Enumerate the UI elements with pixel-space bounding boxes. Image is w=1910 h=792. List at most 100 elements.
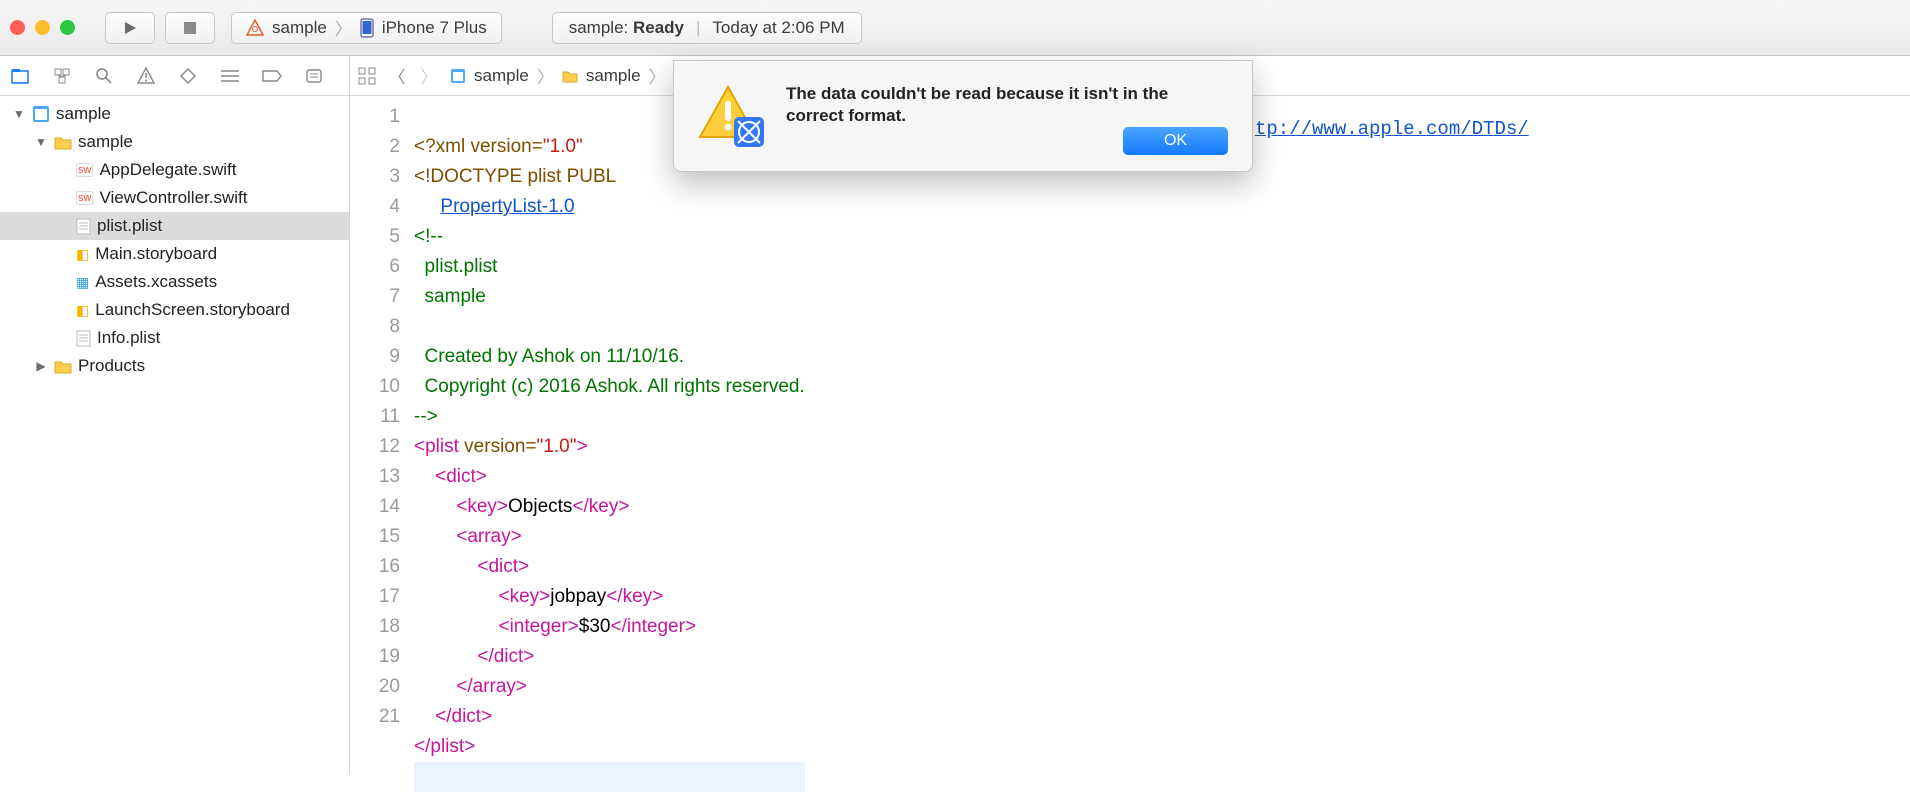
debug-navigator-icon[interactable]: [220, 66, 240, 86]
app-icon: [246, 19, 264, 37]
code-tag: </key>: [606, 586, 663, 607]
file-name: plist.plist: [97, 216, 162, 236]
close-window[interactable]: [10, 20, 25, 35]
project-navigator[interactable]: ▼ sample ▼ sample sw AppDelegate.swift s…: [0, 96, 350, 774]
code-token: <!DOCTYPE plist PUBL: [414, 166, 616, 187]
disclosure-triangle-icon[interactable]: ▼: [34, 135, 48, 149]
code-tag: <key>: [498, 586, 550, 607]
code-text: jobpay: [550, 586, 606, 607]
file-row[interactable]: sw ViewController.swift: [0, 184, 349, 212]
ok-button[interactable]: OK: [1123, 127, 1228, 155]
disclosure-triangle-icon[interactable]: ▼: [12, 107, 26, 121]
code-string: "1.0": [537, 436, 577, 457]
project-icon: [32, 105, 50, 123]
code-tag: <dict>: [477, 556, 529, 577]
report-navigator-icon[interactable]: [304, 66, 324, 86]
folder-icon: [54, 359, 72, 374]
warning-icon: [698, 83, 768, 153]
swift-file-icon: sw: [76, 191, 93, 205]
forward-button[interactable]: 〉: [418, 63, 440, 88]
code-comment: -->: [414, 406, 438, 427]
status-time: Today at 2:06 PM: [712, 18, 844, 38]
window-controls: [10, 20, 75, 35]
assets-file-icon: ▦: [76, 274, 89, 291]
file-name: Info.plist: [97, 328, 160, 348]
plist-file-icon: [76, 218, 91, 235]
folder-icon: [54, 135, 72, 150]
code-tag: </dict>: [435, 706, 492, 727]
stop-button[interactable]: [165, 12, 215, 44]
test-navigator-icon[interactable]: [178, 66, 198, 86]
code-token: "1.0": [543, 136, 583, 157]
code-tag: </integer>: [610, 616, 696, 637]
file-name: AppDelegate.swift: [99, 160, 236, 180]
disclosure-triangle-icon[interactable]: ▶: [34, 359, 48, 373]
breadcrumb[interactable]: sample 〉 sample 〉: [450, 63, 688, 88]
project-icon: [450, 68, 466, 84]
code-tag: <integer>: [498, 616, 578, 637]
symbol-navigator-icon[interactable]: [52, 66, 72, 86]
breakpoint-navigator-icon[interactable]: [262, 66, 282, 86]
error-dialog: The data couldn't be read because it isn…: [673, 60, 1253, 172]
file-row[interactable]: ◧ Main.storyboard: [0, 240, 349, 268]
scheme-device: iPhone 7 Plus: [382, 18, 487, 38]
code-token: =: [525, 436, 536, 457]
toolbar: sample 〉 iPhone 7 Plus sample: Ready | T…: [0, 0, 1910, 56]
code-tag: <dict>: [435, 466, 487, 487]
file-row[interactable]: plist.plist: [0, 212, 349, 240]
code-text: Objects: [508, 496, 572, 517]
device-icon: [360, 18, 374, 38]
code-tag: >: [576, 436, 587, 457]
scheme-selector[interactable]: sample 〉 iPhone 7 Plus: [231, 12, 502, 44]
source-editor[interactable]: 123456789101112131415161718192021 <?xml …: [350, 96, 1910, 774]
status-word: Ready: [633, 18, 684, 37]
code-tag: </key>: [572, 496, 629, 517]
file-name: LaunchScreen.storyboard: [95, 300, 290, 320]
code-comment: sample: [414, 286, 486, 307]
code-tag: <key>: [456, 496, 508, 517]
minimize-window[interactable]: [35, 20, 50, 35]
scheme-project: sample: [272, 18, 327, 38]
code-tag: </array>: [456, 676, 527, 697]
project-navigator-icon[interactable]: [10, 66, 30, 86]
code-tag: </plist>: [414, 736, 475, 757]
related-items-icon[interactable]: [358, 67, 376, 85]
products-folder[interactable]: ▶ Products: [0, 352, 349, 380]
file-row[interactable]: sw AppDelegate.swift: [0, 156, 349, 184]
file-name: Main.storyboard: [95, 244, 217, 264]
plist-file-icon: [76, 330, 91, 347]
run-button[interactable]: [105, 12, 155, 44]
folder-icon: [562, 69, 578, 83]
project-root[interactable]: ▼ sample: [0, 100, 349, 128]
file-row[interactable]: Info.plist: [0, 324, 349, 352]
file-name: Assets.xcassets: [95, 272, 217, 292]
code-content[interactable]: <?xml version="1.0" <!DOCTYPE plist PUBL…: [410, 96, 805, 774]
code-tag: </dict>: [477, 646, 534, 667]
file-row[interactable]: ▦ Assets.xcassets: [0, 268, 349, 296]
root-label: sample: [56, 104, 111, 124]
swift-file-icon: sw: [76, 163, 93, 177]
dtd-url-fragment[interactable]: tp://www.apple.com/DTDs/: [1255, 118, 1529, 140]
code-tag: <array>: [456, 526, 521, 547]
status-project: sample:: [569, 18, 633, 37]
chevron-right-icon: 〉: [335, 15, 352, 40]
breadcrumb-item: sample: [586, 66, 641, 86]
code-comment: <!--: [414, 226, 443, 247]
code-comment: plist.plist: [414, 256, 497, 277]
file-row[interactable]: ◧ LaunchScreen.storyboard: [0, 296, 349, 324]
code-attr: version: [464, 436, 525, 457]
issue-navigator-icon[interactable]: [136, 66, 156, 86]
group-folder[interactable]: ▼ sample: [0, 128, 349, 156]
zoom-window[interactable]: [60, 20, 75, 35]
file-name: ViewController.swift: [99, 188, 247, 208]
code-text: $30: [579, 616, 611, 637]
products-label: Products: [78, 356, 145, 376]
code-comment: Copyright (c) 2016 Ashok. All rights res…: [414, 376, 805, 397]
line-gutter: 123456789101112131415161718192021: [350, 96, 410, 774]
code-token: <?xml version=: [414, 136, 543, 157]
dtd-link[interactable]: PropertyList-1.0: [440, 196, 574, 217]
search-navigator-icon[interactable]: [94, 66, 114, 86]
group-label: sample: [78, 132, 133, 152]
storyboard-file-icon: ◧: [76, 302, 89, 319]
back-button[interactable]: 〈: [386, 63, 408, 88]
